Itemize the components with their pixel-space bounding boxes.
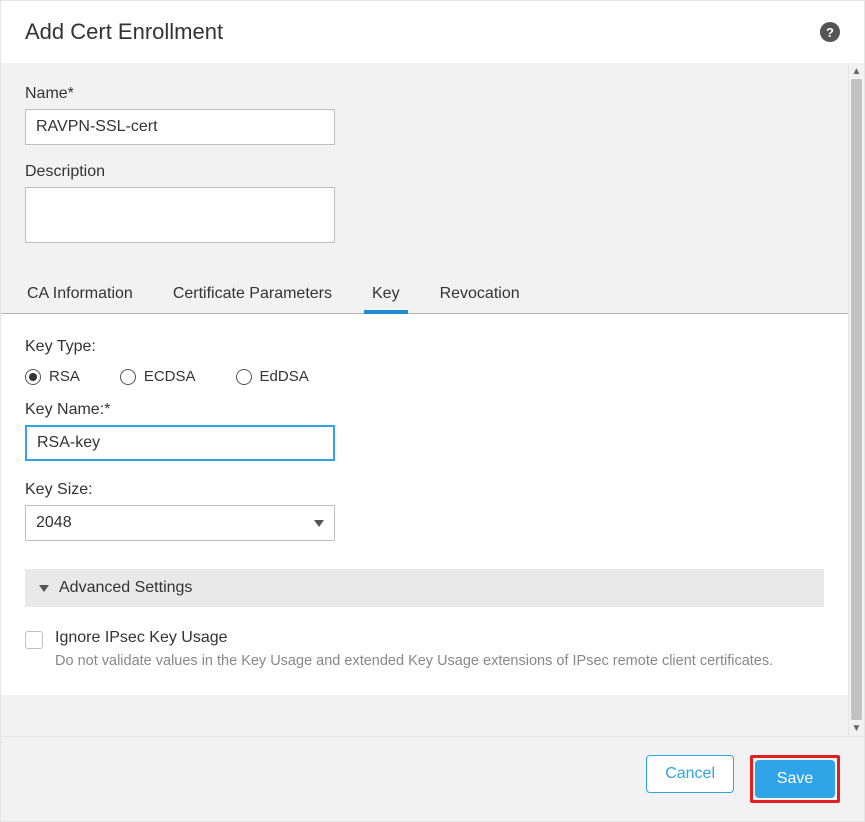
radio-icon xyxy=(25,369,41,385)
tab-revocation[interactable]: Revocation xyxy=(438,279,522,313)
chevron-down-icon xyxy=(39,585,49,592)
description-field-group: Description xyxy=(25,163,824,247)
name-label: Name* xyxy=(25,85,824,103)
save-button-highlight: Save xyxy=(750,755,840,803)
scroll-thumb[interactable] xyxy=(851,79,862,720)
advanced-settings-label: Advanced Settings xyxy=(59,579,192,597)
description-input[interactable] xyxy=(25,187,335,243)
key-tab-pane: Key Type: RSA ECDSA EdDSA Key Na xyxy=(1,314,848,695)
key-type-label: Key Type: xyxy=(25,338,824,356)
help-icon[interactable]: ? xyxy=(820,22,840,42)
chevron-down-icon xyxy=(314,520,324,527)
key-name-label: Key Name:* xyxy=(25,401,824,419)
scroll-down-icon[interactable]: ▼ xyxy=(849,720,864,736)
key-type-radios: RSA ECDSA EdDSA xyxy=(25,362,824,401)
radio-icon xyxy=(120,369,136,385)
ignore-ipsec-text: Ignore IPsec Key Usage Do not validate v… xyxy=(55,629,773,671)
advanced-settings-header[interactable]: Advanced Settings xyxy=(25,569,824,607)
key-name-input[interactable] xyxy=(25,425,335,461)
cancel-button[interactable]: Cancel xyxy=(646,755,734,793)
key-size-select[interactable]: 2048 xyxy=(25,505,335,541)
dialog-footer: Cancel Save xyxy=(1,736,864,821)
radio-ecdsa[interactable]: ECDSA xyxy=(120,368,196,385)
save-button[interactable]: Save xyxy=(755,760,835,798)
title-bar: Add Cert Enrollment ? xyxy=(1,1,864,63)
radio-label: EdDSA xyxy=(260,368,309,385)
cert-enrollment-dialog: Add Cert Enrollment ? Name* Description … xyxy=(0,0,865,822)
dialog-body: Name* Description CA Information Certifi… xyxy=(1,63,864,736)
description-label: Description xyxy=(25,163,824,181)
dialog-title: Add Cert Enrollment xyxy=(25,19,223,45)
key-size-label: Key Size: xyxy=(25,481,824,499)
ignore-ipsec-checkbox[interactable] xyxy=(25,631,43,649)
radio-label: ECDSA xyxy=(144,368,196,385)
radio-icon xyxy=(236,369,252,385)
tab-certificate-parameters[interactable]: Certificate Parameters xyxy=(171,279,334,313)
tabs: CA Information Certificate Parameters Ke… xyxy=(1,265,848,314)
ignore-ipsec-label: Ignore IPsec Key Usage xyxy=(55,629,773,647)
vertical-scrollbar[interactable]: ▲ ▼ xyxy=(848,63,864,736)
body-content: Name* Description CA Information Certifi… xyxy=(1,63,848,736)
radio-rsa[interactable]: RSA xyxy=(25,368,80,385)
form-top: Name* Description xyxy=(1,63,848,247)
scroll-up-icon[interactable]: ▲ xyxy=(849,63,864,79)
tab-key[interactable]: Key xyxy=(370,279,402,313)
key-size-value: 2048 xyxy=(36,514,72,532)
name-field-group: Name* xyxy=(25,85,824,145)
name-input[interactable] xyxy=(25,109,335,145)
ignore-ipsec-desc: Do not validate values in the Key Usage … xyxy=(55,651,773,671)
tab-ca-information[interactable]: CA Information xyxy=(25,279,135,313)
radio-eddsa[interactable]: EdDSA xyxy=(236,368,309,385)
radio-label: RSA xyxy=(49,368,80,385)
ignore-ipsec-row: Ignore IPsec Key Usage Do not validate v… xyxy=(25,607,824,671)
